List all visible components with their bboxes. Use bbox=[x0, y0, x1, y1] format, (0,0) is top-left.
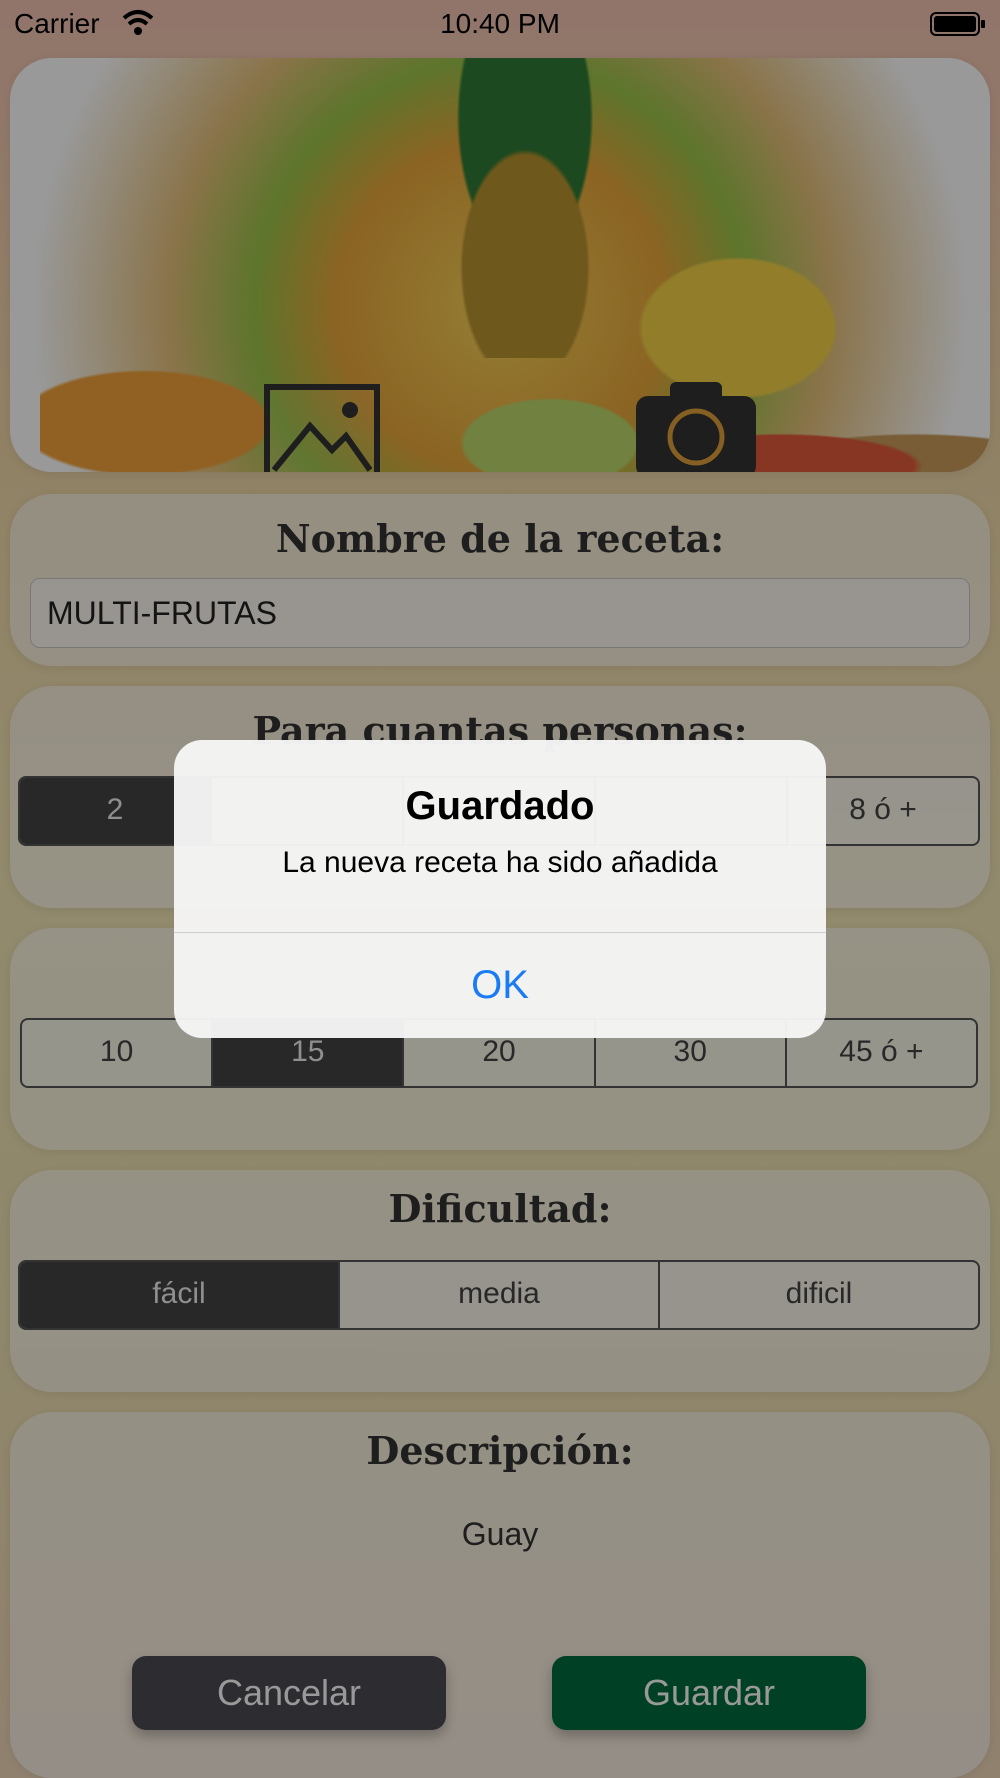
alert-title: Guardado bbox=[405, 784, 595, 828]
alert-ok-button[interactable]: OK bbox=[174, 933, 826, 1038]
alert-message: La nueva receta ha sido añadida bbox=[282, 846, 718, 879]
saved-alert: Guardado La nueva receta ha sido añadida… bbox=[174, 740, 826, 1038]
